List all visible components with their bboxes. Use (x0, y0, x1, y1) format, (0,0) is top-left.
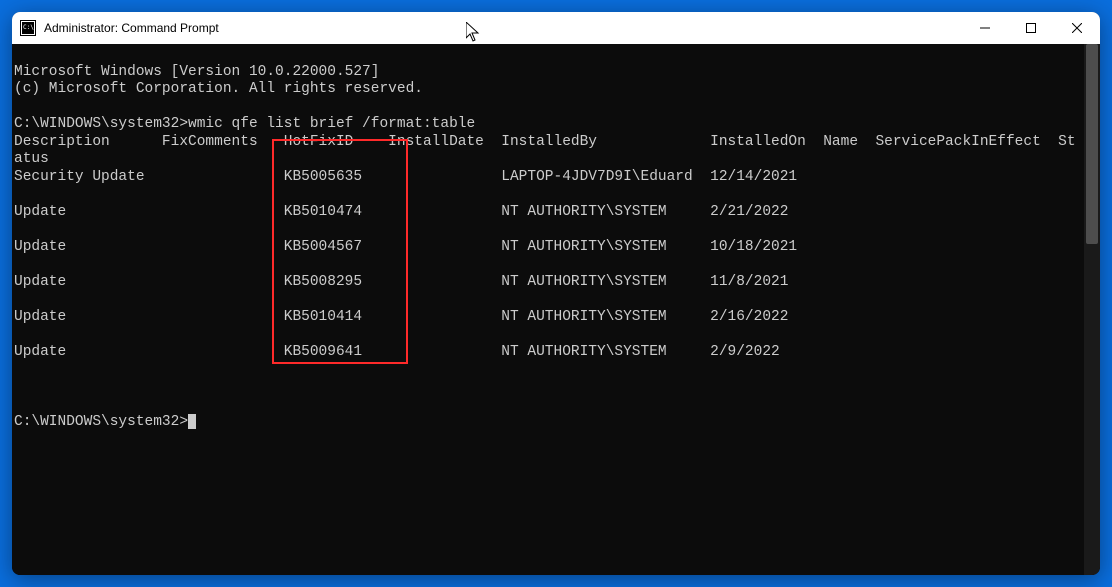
table-row: Update KB5009641 NT AUTHORITY\SYSTEM 2/9… (14, 344, 1084, 362)
blank-line (14, 361, 1084, 379)
terminal-cursor (188, 414, 196, 429)
prompt-text: C:\WINDOWS\system32> (14, 414, 188, 430)
blank-line (14, 396, 1084, 414)
table-row: Update KB5010474 NT AUTHORITY\SYSTEM 2/2… (14, 204, 1084, 222)
blank-line (14, 221, 1084, 239)
window-title: Administrator: Command Prompt (44, 21, 962, 35)
svg-text:C:\: C:\ (23, 24, 34, 31)
prompt-line: C:\WINDOWS\system32> (14, 414, 1084, 432)
titlebar[interactable]: C:\ Administrator: Command Prompt (12, 12, 1100, 44)
blank-line (14, 291, 1084, 309)
cmd-icon: C:\ (20, 20, 36, 36)
scrollbar[interactable] (1084, 44, 1100, 575)
terminal-area: Microsoft Windows [Version 10.0.22000.52… (12, 44, 1100, 575)
version-line: Microsoft Windows [Version 10.0.22000.52… (14, 64, 1084, 82)
table-row: Update KB5010414 NT AUTHORITY\SYSTEM 2/1… (14, 309, 1084, 327)
terminal-output[interactable]: Microsoft Windows [Version 10.0.22000.52… (12, 44, 1084, 575)
close-button[interactable] (1054, 12, 1100, 44)
blank-line (14, 99, 1084, 117)
blank-line (14, 326, 1084, 344)
command-prompt-window: C:\ Administrator: Command Prompt Micros… (12, 12, 1100, 575)
command-line: C:\WINDOWS\system32>wmic qfe list brief … (14, 116, 1084, 134)
maximize-button[interactable] (1008, 12, 1054, 44)
blank-line (14, 256, 1084, 274)
table-row: Update KB5004567 NT AUTHORITY\SYSTEM 10/… (14, 239, 1084, 257)
table-header-row: Description FixComments HotFixID Install… (14, 134, 1084, 152)
table-row: Security Update KB5005635 LAPTOP-4JDV7D9… (14, 169, 1084, 187)
table-header-wrap: atus (14, 151, 1084, 169)
prompt-text: C:\WINDOWS\system32> (14, 116, 188, 132)
window-controls (962, 12, 1100, 44)
table-row: Update KB5008295 NT AUTHORITY\SYSTEM 11/… (14, 274, 1084, 292)
command-text: wmic qfe list brief /format:table (188, 116, 475, 132)
scrollbar-thumb[interactable] (1086, 44, 1098, 244)
copyright-line: (c) Microsoft Corporation. All rights re… (14, 81, 1084, 99)
blank-line (14, 379, 1084, 397)
minimize-button[interactable] (962, 12, 1008, 44)
blank-line (14, 186, 1084, 204)
